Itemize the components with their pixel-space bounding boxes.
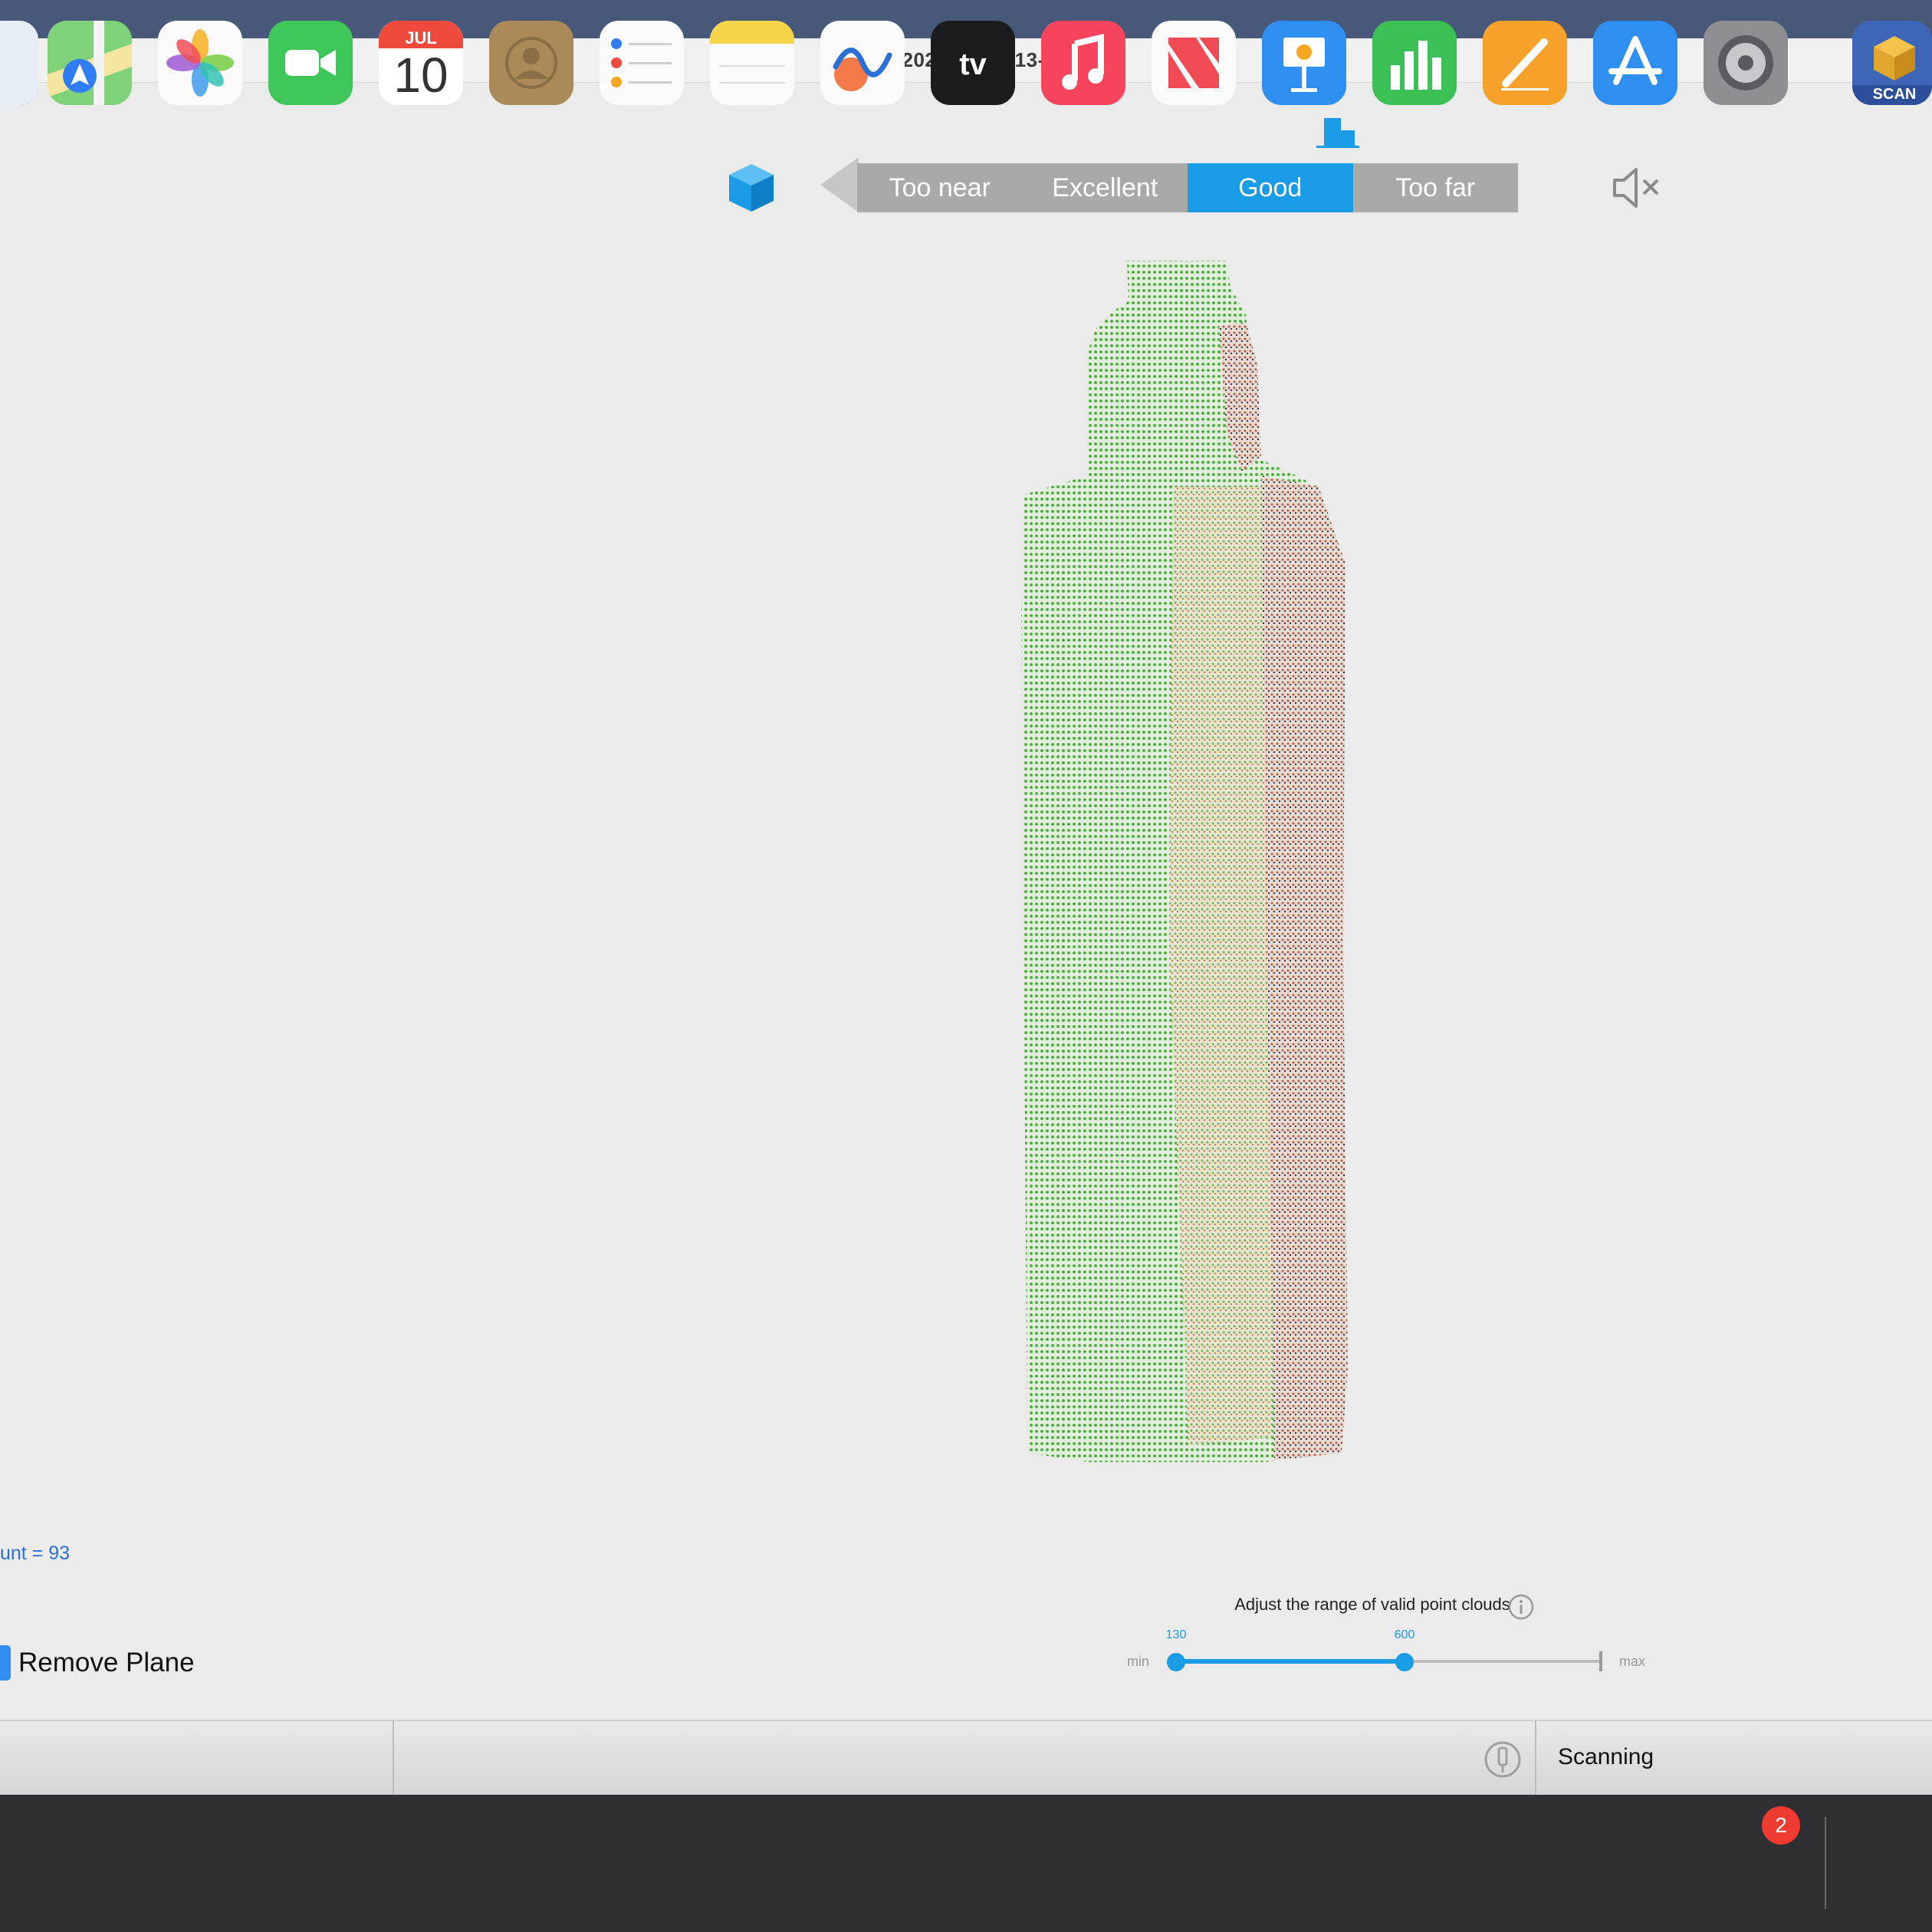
dock-separator xyxy=(1825,1817,1826,1909)
distance-marker-icon xyxy=(1315,115,1362,150)
distance-excellent: Excellent xyxy=(1052,172,1158,202)
dock-system-settings-icon[interactable] xyxy=(1704,21,1788,105)
distance-too-far: Too far xyxy=(1395,172,1476,202)
dock-contacts-icon[interactable] xyxy=(489,21,573,105)
distance-arrow-icon xyxy=(820,157,859,212)
dock-reminders-icon[interactable] xyxy=(600,21,684,105)
slider-high-handle[interactable] xyxy=(1395,1653,1414,1671)
point-count-label: unt = 93 xyxy=(0,1543,71,1564)
dock-facetime-icon[interactable] xyxy=(268,21,353,105)
dock-app-store-icon[interactable] xyxy=(1593,21,1677,105)
slider-low-value: 130 xyxy=(1165,1628,1187,1641)
dock-photos-icon[interactable] xyxy=(158,21,242,105)
dock xyxy=(0,1795,1932,1932)
slider-max-label: max xyxy=(1619,1654,1646,1669)
point-range-slider[interactable]: min max 130 600 xyxy=(1119,1625,1656,1694)
dock-notes-icon[interactable] xyxy=(710,21,794,105)
status-text: Scanning xyxy=(1558,1744,1654,1769)
point-cloud-mid xyxy=(1169,487,1273,1445)
status-divider xyxy=(1535,1721,1536,1796)
dock-calendar-icon[interactable]: JUL 10 xyxy=(379,21,463,105)
slider-min-label: min xyxy=(1127,1654,1150,1669)
calendar-day: 10 xyxy=(393,48,449,103)
dock-finder-icon[interactable] xyxy=(0,21,38,105)
distance-too-near: Too near xyxy=(889,172,991,202)
status-divider xyxy=(393,1721,394,1796)
svg-text:tv: tv xyxy=(959,48,987,81)
dock-music-icon[interactable] xyxy=(1041,21,1125,105)
dock-keynote-icon[interactable] xyxy=(1262,21,1346,105)
scan-app-label: SCAN xyxy=(1872,86,1917,103)
probe-icon[interactable] xyxy=(1484,1740,1522,1779)
slider-end-tick xyxy=(1599,1651,1602,1671)
calendar-month: JUL xyxy=(405,28,437,48)
dock-scan-icon[interactable]: SCAN xyxy=(1852,21,1932,105)
scan-viewport[interactable] xyxy=(0,83,1932,1720)
3d-cube-icon[interactable] xyxy=(724,161,778,215)
slider-high-value: 600 xyxy=(1394,1628,1415,1641)
dock-numbers-icon[interactable] xyxy=(1372,21,1457,105)
distance-indicator: Too near Excellent Good Too far xyxy=(820,157,1518,212)
point-cloud-side xyxy=(1261,475,1348,1460)
remove-plane-checkbox[interactable]: Remove Plane xyxy=(0,1645,195,1681)
speaker-muted-icon[interactable] xyxy=(1610,165,1664,211)
distance-segments: Too near Excellent Good Too far xyxy=(857,163,1518,212)
dock-maps-icon[interactable] xyxy=(48,21,132,105)
dock-news-icon[interactable] xyxy=(1152,21,1236,105)
checkbox-icon[interactable] xyxy=(0,1645,11,1681)
dock-tv-icon[interactable]: tv xyxy=(931,21,1015,105)
slider-fill xyxy=(1176,1659,1405,1664)
distance-good: Good xyxy=(1188,163,1353,212)
settings-badge: 2 xyxy=(1762,1806,1800,1845)
slider-low-handle[interactable] xyxy=(1167,1653,1185,1671)
info-icon[interactable] xyxy=(1507,1593,1535,1621)
remove-plane-label: Remove Plane xyxy=(18,1648,195,1677)
status-bar: Scanning xyxy=(0,1720,1932,1796)
dock-freeform-icon[interactable] xyxy=(820,21,905,105)
point-cloud-view[interactable] xyxy=(997,257,1411,1468)
point-range-title: Adjust the range of valid point clouds xyxy=(1234,1595,1510,1614)
dock-pages-icon[interactable] xyxy=(1483,21,1567,105)
